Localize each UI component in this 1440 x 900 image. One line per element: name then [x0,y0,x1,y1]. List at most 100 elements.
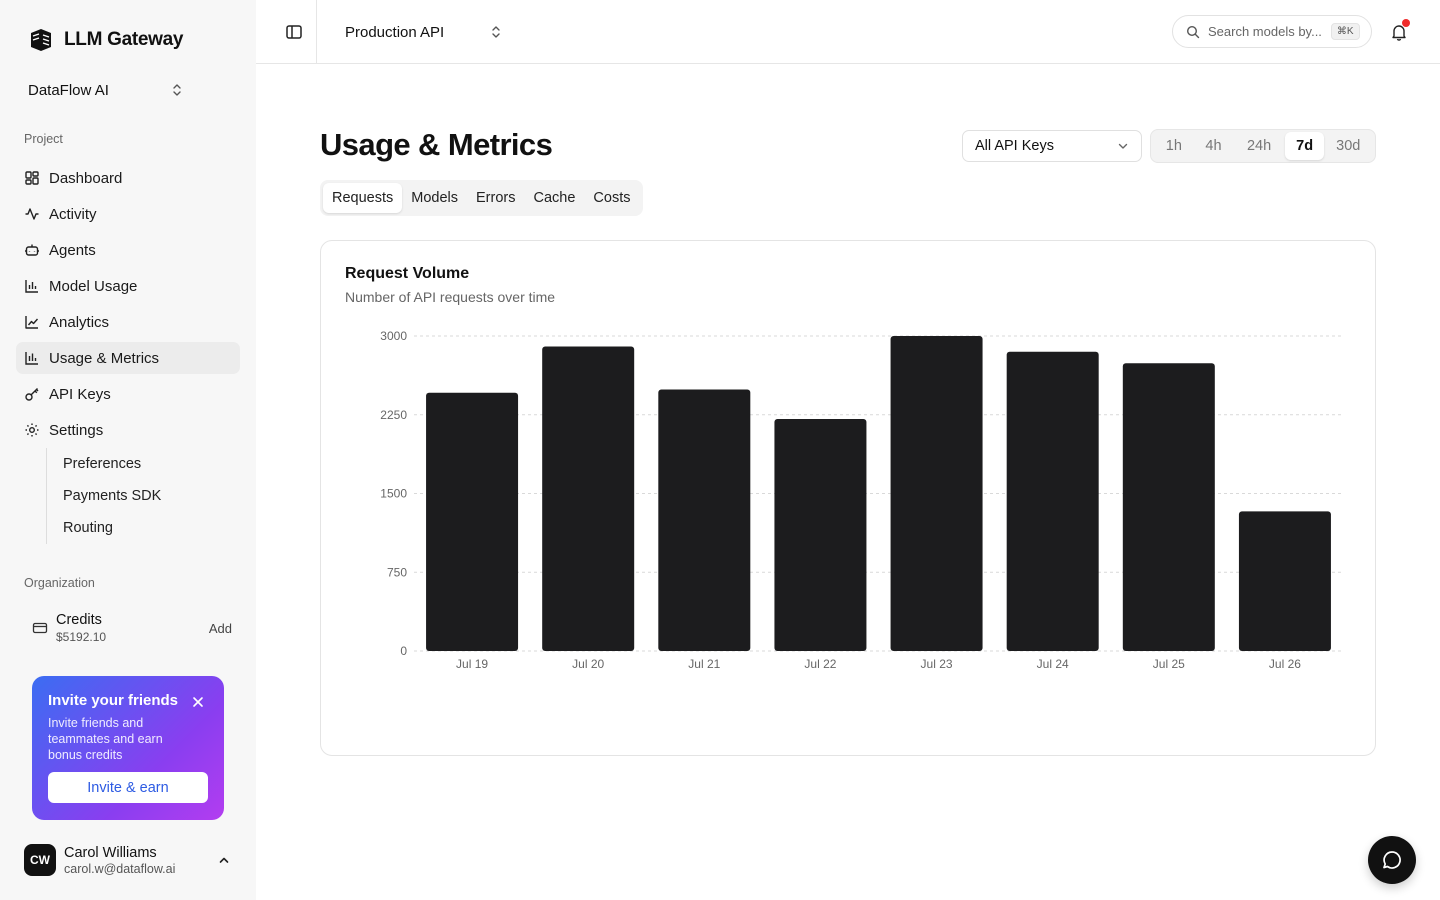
tab-requests[interactable]: Requests [323,183,403,213]
invite-earn-button[interactable]: Invite & earn [48,772,208,803]
bot-icon [24,242,40,258]
x-tick-label: Jul 23 [921,657,953,671]
sidebar-subitem-payments-sdk[interactable]: Payments SDK [63,480,161,512]
page-title: Usage & Metrics [320,127,553,162]
invite-text: Invite friends and teammates and earn bo… [48,716,163,762]
chevrons-updown-icon [492,26,500,38]
x-tick-label: Jul 24 [1037,657,1069,671]
line-chart-icon [24,314,40,330]
invite-card: Invite your friends Invite friends and t… [32,676,224,820]
sidebar-item-label: Agents [49,241,96,259]
bar [658,389,751,651]
search-shortcut: ⌘K [1330,23,1360,40]
tab-costs[interactable]: Costs [584,183,639,213]
sidebar-item-dashboard[interactable]: Dashboard [16,162,240,194]
y-tick-label: 0 [400,644,407,658]
x-tick-label: Jul 22 [804,657,836,671]
sidebar-item-activity[interactable]: Activity [16,198,240,230]
y-tick-label: 1500 [380,487,407,501]
time-range-group: 1h 4h 24h 7d 30d [1150,129,1376,163]
settings-subnav: Preferences Payments SDK Routing [46,448,161,544]
org-switcher[interactable]: DataFlow AI [28,79,184,101]
tab-models[interactable]: Models [402,183,467,213]
sidebar-item-model-usage[interactable]: Model Usage [16,270,240,302]
project-switcher[interactable]: Production API [345,20,503,44]
key-icon [24,386,40,402]
sidebar-item-analytics[interactable]: Analytics [16,306,240,338]
range-30d[interactable]: 30d [1324,132,1372,160]
credits-amount: $5192.10 [56,630,107,644]
api-key-select[interactable]: All API Keys [962,130,1142,162]
request-volume-card: Request Volume Number of API requests ov… [320,240,1376,756]
metrics-tabs: Requests Models Errors Cache Costs [320,180,643,216]
dashboard-icon [24,170,40,186]
sidebar-item-usage-metrics[interactable]: Usage & Metrics [16,342,240,374]
sidebar-item-agents[interactable]: Agents [16,234,240,266]
search-placeholder: Search models by... [1208,24,1322,39]
sidebar-item-settings[interactable]: Settings [16,414,240,446]
range-24h[interactable]: 24h [1233,132,1285,160]
org-name: DataFlow AI [28,81,109,99]
y-tick-label: 3000 [380,329,407,343]
chat-icon [1383,851,1401,869]
sidebar-item-label: Settings [49,421,104,439]
sidebar-nav: Dashboard Activity Agents Model Usage An… [16,162,240,450]
credits-title: Credits [56,612,102,628]
close-icon[interactable] [192,696,204,708]
x-tick-label: Jul 20 [572,657,604,671]
sidebar-subitem-preferences[interactable]: Preferences [63,448,161,480]
credits-row: Credits $5192.10 Add [24,608,232,648]
gear-icon [24,422,40,438]
bar [1238,511,1331,651]
bar [1006,351,1099,651]
x-tick-label: Jul 26 [1269,657,1301,671]
sidebar-item-api-keys[interactable]: API Keys [16,378,240,410]
header-divider [316,0,317,64]
range-7d[interactable]: 7d [1284,132,1325,160]
user-name: Carol Williams [64,844,157,861]
y-tick-label: 2250 [380,408,407,422]
sidebar-item-label: Usage & Metrics [49,349,160,367]
add-credits-button[interactable]: Add [209,621,232,636]
logo-icon [31,29,51,51]
api-key-select-value: All API Keys [975,138,1054,154]
bar [426,392,519,651]
user-menu[interactable]: CW Carol Williams carol.w@dataflow.ai [24,843,232,877]
sidebar-item-label: API Keys [49,385,111,403]
range-1h[interactable]: 1h [1154,132,1194,160]
avatar: CW [24,844,56,876]
sidebar-item-label: Activity [49,205,97,223]
project-name: Production API [345,23,445,41]
chevron-down-icon [1118,143,1128,149]
sidebar-item-label: Model Usage [49,277,138,295]
search-icon [1186,25,1200,38]
bar [542,346,635,651]
bar [774,418,867,651]
tab-errors[interactable]: Errors [467,183,524,213]
chevron-up-icon [219,857,229,863]
chevrons-updown-icon [173,84,181,96]
activity-icon [24,206,40,222]
search-input[interactable]: Search models by... ⌘K [1172,15,1372,48]
notification-dot [1402,19,1410,27]
bar-chart-icon [24,278,40,294]
request-volume-chart: 0 750 1500 2250 3000 Jul 19 Jul 20 Jul 21 Jul 22… [380,329,1343,671]
invite-title: Invite your friends [48,692,179,709]
top-header: Production API Search models by... ⌘K [256,0,1440,64]
x-tick-label: Jul 19 [456,657,488,671]
brand[interactable]: LLM Gateway [28,27,183,53]
range-4h[interactable]: 4h [1194,132,1234,160]
x-tick-label: Jul 21 [688,657,720,671]
sidebar-subitem-routing[interactable]: Routing [63,512,161,544]
sidebar: LLM Gateway DataFlow AI Project Dashboar… [0,0,256,900]
bar-chart-icon [24,350,40,366]
sidebar-item-label: Analytics [49,313,110,331]
tab-cache[interactable]: Cache [525,183,585,213]
chat-button[interactable] [1368,836,1416,884]
app-name: LLM Gateway [64,29,184,50]
bar [1122,363,1215,651]
project-section-label: Project [24,132,63,146]
sidebar-toggle-icon[interactable] [284,22,304,42]
bar [890,336,983,651]
organization-section-label: Organization [24,576,95,590]
